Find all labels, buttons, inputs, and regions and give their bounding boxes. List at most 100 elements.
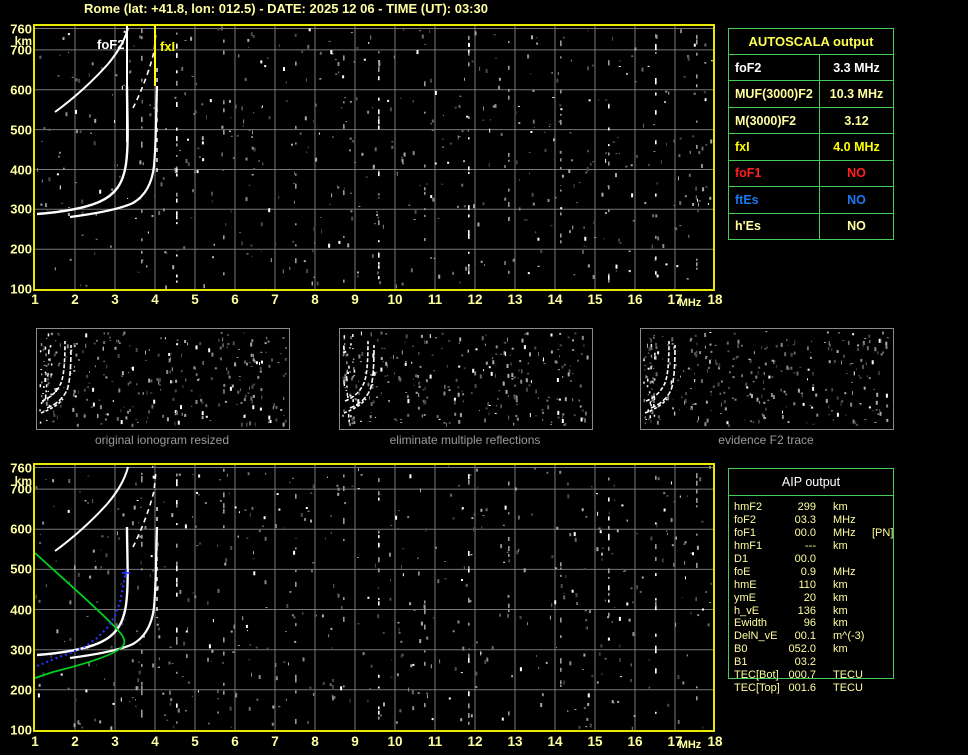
thumbnail-trace	[644, 340, 676, 414]
f2-x-mode-trace	[69, 526, 159, 660]
top-plot-y-unit-label: km	[14, 34, 32, 48]
y-axis-tick-500: 500	[10, 122, 32, 138]
aip-unit-cell: km	[833, 540, 848, 553]
x-axis-tick-13: 13	[507, 734, 523, 749]
autoscala-value-cell: 3.12	[819, 107, 893, 134]
aip-table-rows: hmF2 299 km foF2 03.3 MHz foF1 00.0 MHz [PN] hmF1 -…	[734, 501, 904, 694]
electron-density-profile-curve	[34, 552, 126, 679]
x-axis-tick-13: 13	[507, 292, 523, 307]
autoscala-row: foF1 NO	[729, 159, 893, 187]
x-axis-tick-11: 11	[427, 292, 443, 307]
y-axis-tick-400: 400	[10, 602, 32, 617]
aip-val-cell: 03.3	[794, 514, 816, 527]
x-axis-tick-12: 12	[467, 734, 483, 749]
autoscala-value-cell: NO	[819, 160, 893, 187]
x-axis-tick-2: 2	[71, 734, 79, 749]
aip-row: D1 00.0	[734, 553, 904, 566]
autoscala-table: AUTOSCALA output foF2 3.3 MHz MUF(3000)F2 1…	[728, 28, 894, 240]
autoscala-table-rows: foF2 3.3 MHz MUF(3000)F2 10.3 MHz M(3000)F2 3…	[729, 55, 893, 239]
autoscala-row: h'Es NO	[729, 212, 893, 239]
aip-row: h_vE 136 km	[734, 604, 904, 617]
fxi-marker-label: fxI	[160, 39, 176, 54]
aip-row: hmF1 --- km	[734, 540, 904, 553]
autoscala-table-title: AUTOSCALA output	[729, 29, 893, 55]
aip-unit-cell: TECU	[833, 681, 863, 694]
aip-row: Ewidth 96 km	[734, 617, 904, 630]
aip-row: hmE 110 km	[734, 578, 904, 591]
plot-border	[33, 24, 715, 291]
x-axis-tick-6: 6	[231, 292, 239, 307]
y-axis-tick-300: 300	[10, 201, 32, 217]
aip-table-title: AIP output	[729, 469, 893, 496]
autoscala-value-cell: NO	[819, 187, 893, 213]
aip-row: foE 0.9 MHz	[734, 565, 904, 578]
aip-val-cell: 96	[803, 617, 816, 630]
x-axis-tick-7: 7	[271, 734, 279, 749]
thumbnail-evidence-canvas	[643, 331, 889, 427]
top-ionogram-canvas	[33, 24, 715, 291]
autoscala-value-cell: NO	[819, 213, 893, 239]
aip-val-cell: 00.0	[794, 553, 816, 565]
aip-row: foF2 03.3 MHz	[734, 514, 904, 527]
autoscala-param-cell: foF2	[735, 60, 762, 75]
x-axis-tick-10: 10	[387, 734, 403, 749]
x-axis-tick-6: 6	[231, 734, 239, 749]
y-axis-tick-300: 300	[10, 642, 32, 658]
aip-unit-cell: MHz	[833, 527, 856, 540]
autoscala-param-cell: MUF(3000)F2	[735, 87, 813, 102]
f2-o-mode-trace	[36, 85, 129, 216]
y-axis-tick-100: 100	[10, 722, 32, 738]
aip-unit-cell: km	[833, 591, 848, 604]
fof2-cross-marker	[122, 569, 130, 577]
aip-val-cell: 00.1	[794, 630, 816, 643]
noise-speckle	[342, 331, 589, 427]
aip-unit-cell: m^(-3)	[833, 630, 865, 643]
autoscala-row: ftEs NO	[729, 186, 893, 213]
autoscala-param-cell: h'Es	[735, 219, 761, 234]
aip-unit-cell: km	[833, 578, 848, 591]
x-axis-tick-12: 12	[467, 292, 483, 307]
noise-speckle	[35, 465, 713, 731]
x-axis-tick-7: 7	[271, 292, 279, 307]
aip-val-cell: ---	[805, 540, 816, 553]
bottom-ionogram-canvas	[33, 463, 715, 732]
y-axis-tick-500: 500	[10, 561, 32, 577]
bottom-plot-y-unit-label: km	[14, 474, 32, 488]
x-axis-tick-5: 5	[191, 292, 199, 307]
y-axis-tick-400: 400	[10, 162, 32, 177]
autoscala-row: MUF(3000)F2 10.3 MHz	[729, 80, 893, 107]
aip-val-cell: 110	[798, 578, 816, 591]
x-axis-tick-4: 4	[151, 292, 159, 307]
y-axis-tick-100: 100	[10, 281, 32, 297]
thumbnail-caption-eliminate: eliminate multiple reflections	[389, 433, 541, 447]
thumbnail-eliminate-canvas	[342, 331, 589, 427]
autoscala-param-cell: M(3000)F2	[735, 113, 797, 128]
aip-param-cell: ymE	[734, 591, 756, 604]
noise-speckle	[643, 331, 889, 427]
aip-param-cell: hmF1	[734, 540, 763, 553]
station-date-time-title: Rome (lat: +41.8, lon: 012.5) - DATE: 20…	[84, 1, 488, 16]
aip-val-cell: 20	[803, 591, 816, 604]
aip-val-cell: 299	[797, 501, 816, 514]
autoscala-row: foF2 3.3 MHz	[729, 55, 893, 81]
second-hop-x-trace	[132, 470, 157, 548]
x-axis-tick-16: 16	[627, 292, 643, 307]
aip-unit-cell: km	[833, 604, 848, 617]
thumbnail-evidence-f2	[640, 328, 894, 430]
aip-row: B0 052.0 km	[734, 643, 904, 656]
x-axis-tick-18: 18	[707, 292, 723, 307]
autoscala-param-cell: fxI	[735, 139, 750, 154]
x-axis-tick-5: 5	[191, 734, 199, 749]
autoscala-value-cell: 3.3 MHz	[819, 55, 893, 81]
thumbnail-caption-original: original ionogram resized	[94, 433, 230, 447]
aip-unit-cell: km	[833, 643, 848, 656]
aip-param-cell: Ewidth	[734, 617, 768, 630]
aip-param-cell: h_vE	[734, 604, 760, 617]
y-axis-tick-200: 200	[10, 241, 32, 257]
x-axis-tick-9: 9	[351, 734, 359, 749]
aip-param-cell: TEC[Bot]	[734, 669, 779, 682]
aip-param-cell: B0	[734, 643, 748, 656]
noise-speckle	[42, 331, 287, 427]
aip-unit-cell: MHz	[833, 565, 856, 578]
x-axis-tick-14: 14	[547, 734, 563, 749]
